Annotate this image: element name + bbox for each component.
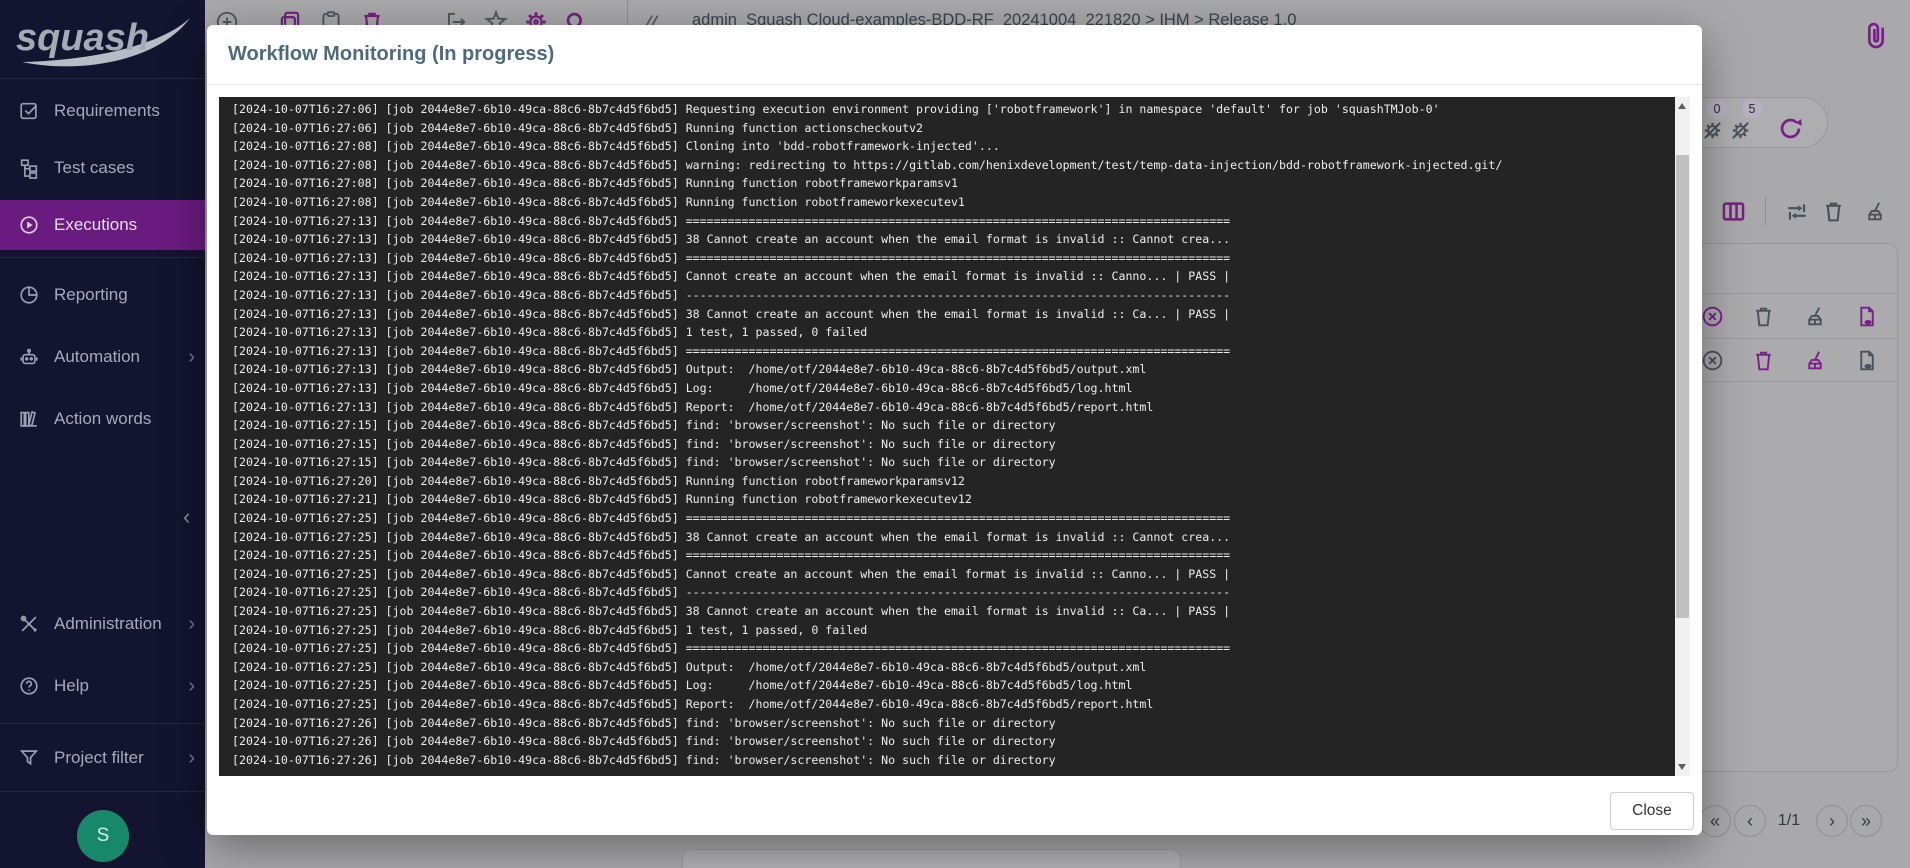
sidebar-item-automation[interactable]: Automation ›: [0, 332, 205, 382]
sidebar-divider: [0, 723, 205, 724]
gear-slash-icon[interactable]: [1729, 119, 1752, 142]
svg-text:squash: squash: [16, 17, 149, 59]
broom-icon[interactable]: [1863, 199, 1888, 224]
sidebar-divider: [0, 78, 205, 79]
chevron-right-icon: ›: [188, 347, 195, 367]
sidebar-divider: [0, 257, 205, 258]
robot-icon: [18, 346, 40, 368]
view-report-icon[interactable]: [1854, 304, 1879, 329]
sidebar-item-action-words[interactable]: Action words: [0, 394, 205, 444]
background-panel-edge: [682, 849, 1181, 868]
attachment-paperclip-icon[interactable]: [1860, 12, 1892, 58]
tools-icon: [18, 613, 40, 635]
sidebar-item-test-cases[interactable]: Test cases: [0, 143, 205, 193]
books-icon: [18, 408, 40, 430]
scroll-up-arrow-icon[interactable]: [1678, 103, 1686, 109]
sidebar-item-executions[interactable]: Executions: [0, 200, 205, 250]
pagination-page-label: 1/1: [1770, 812, 1808, 830]
reorganize-icon[interactable]: [1784, 199, 1810, 225]
sidebar-item-project-filter[interactable]: Project filter ›: [0, 733, 205, 783]
running-count-badge: 0: [1707, 99, 1727, 119]
chevron-right-icon: ›: [188, 614, 195, 634]
sidebar-item-requirements[interactable]: Requirements: [0, 86, 205, 136]
stop-execution-icon[interactable]: [1700, 304, 1725, 329]
close-button[interactable]: Close: [1610, 792, 1694, 830]
chevron-right-icon: ›: [188, 676, 195, 696]
tree-icon: [18, 157, 40, 179]
panel-divider: [1765, 197, 1766, 226]
scheduled-count-badge: 5: [1742, 99, 1762, 119]
user-avatar[interactable]: S: [77, 810, 129, 862]
console-log-container[interactable]: [2024-10-07T16:27:06] [job 2044e8e7-6b10…: [219, 97, 1675, 776]
scrollbar-thumb[interactable]: [1676, 155, 1689, 618]
trash-icon[interactable]: [1751, 348, 1776, 373]
pie-chart-icon: [18, 284, 40, 306]
scroll-down-arrow-icon[interactable]: [1678, 764, 1686, 770]
sidebar-collapse-toggle[interactable]: ‹: [183, 504, 190, 530]
dialog-header-divider: [207, 84, 1702, 85]
sidebar-item-help[interactable]: Help ›: [0, 661, 205, 711]
pagination-first-button[interactable]: «: [1699, 805, 1731, 837]
broom-icon[interactable]: [1803, 348, 1828, 373]
view-report-icon[interactable]: [1854, 348, 1879, 373]
pagination-next-button[interactable]: ›: [1816, 805, 1848, 837]
sidebar-item-administration[interactable]: Administration ›: [0, 599, 205, 649]
pagination-prev-button[interactable]: ‹: [1734, 805, 1766, 837]
trash-icon[interactable]: [1821, 199, 1846, 224]
sidebar-item-reporting[interactable]: Reporting: [0, 270, 205, 320]
stop-execution-icon[interactable]: [1700, 348, 1725, 373]
workflow-monitoring-dialog: Workflow Monitoring (In progress) [2024-…: [207, 25, 1702, 835]
chevron-right-icon: ›: [188, 748, 195, 768]
sidebar-divider: [0, 791, 205, 792]
question-circle-icon: [18, 675, 40, 697]
gear-slash-icon[interactable]: [1701, 119, 1724, 142]
sidebar: squash Requirements Test cases Execution…: [0, 0, 205, 868]
refresh-icon[interactable]: [1777, 115, 1804, 142]
checkbox-icon: [18, 100, 40, 122]
console-log: [2024-10-07T16:27:06] [job 2044e8e7-6b10…: [219, 97, 1675, 769]
broom-icon[interactable]: [1803, 304, 1828, 329]
dialog-title: Workflow Monitoring (In progress): [228, 43, 554, 66]
play-circle-icon: [18, 214, 40, 236]
pagination-last-button[interactable]: »: [1850, 805, 1882, 837]
funnel-icon: [18, 747, 40, 769]
console-scrollbar[interactable]: [1675, 97, 1690, 776]
trash-icon[interactable]: [1751, 304, 1776, 329]
columns-icon[interactable]: [1720, 198, 1747, 225]
squash-logo: squash: [8, 4, 198, 76]
